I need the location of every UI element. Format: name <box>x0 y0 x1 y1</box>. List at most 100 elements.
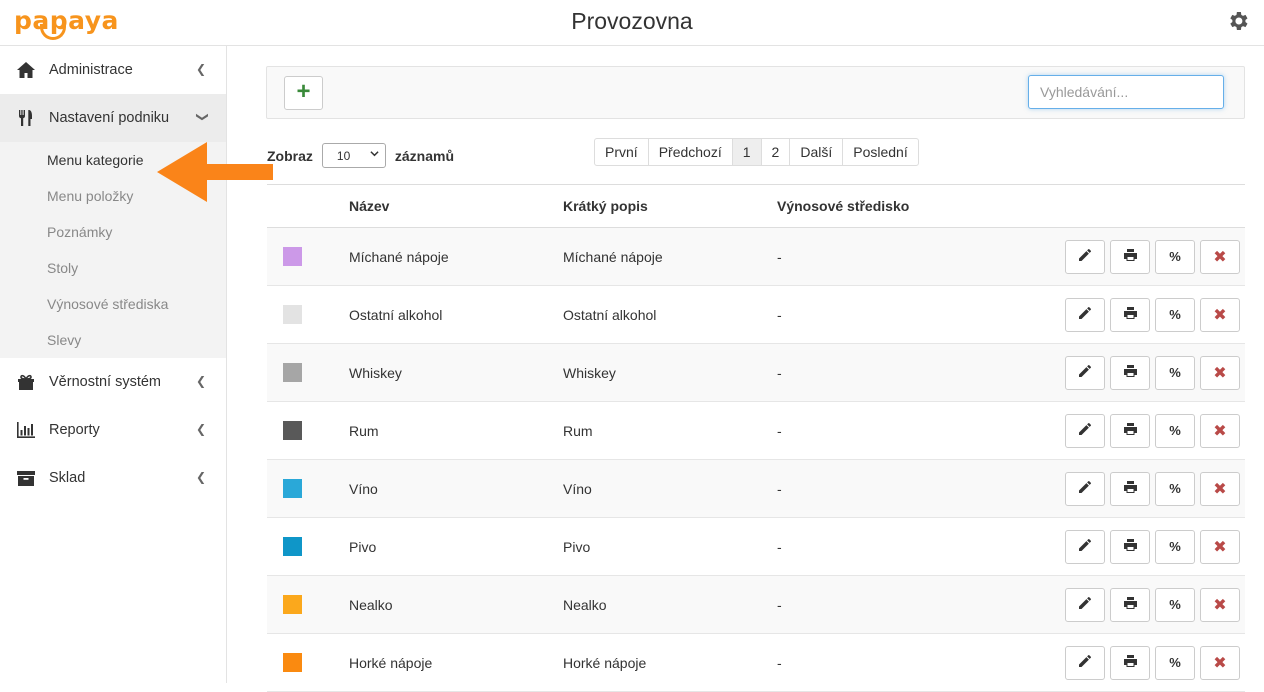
pager-page-2[interactable]: 2 <box>762 139 791 165</box>
column-header-revenue-center[interactable]: Výnosové středisko <box>777 198 1062 214</box>
sidebar-item-label: Reporty <box>49 422 100 438</box>
discount-button[interactable]: % <box>1155 471 1195 506</box>
cell-short-desc: Rum <box>563 422 593 439</box>
column-header-name[interactable]: Název <box>349 198 563 214</box>
table-row: Pivo Pivo -% ✖ <box>267 518 1245 576</box>
table-row: Horké nápoje Horké nápoje -% ✖ <box>267 634 1245 692</box>
edit-button[interactable] <box>1065 297 1105 332</box>
discount-button[interactable]: % <box>1155 645 1195 680</box>
page-length-select[interactable]: 10 <box>321 143 386 168</box>
cell-revenue-center: - <box>777 422 782 439</box>
delete-button[interactable]: ✖ <box>1200 413 1240 448</box>
pointer-arrow-icon <box>157 142 273 202</box>
print-button[interactable] <box>1110 529 1150 564</box>
cell-name: Horké nápoje <box>349 654 433 671</box>
edit-button[interactable] <box>1065 471 1105 506</box>
edit-button[interactable] <box>1065 645 1105 680</box>
length-suffix-label: záznamů <box>394 147 455 164</box>
pencil-icon <box>1078 306 1092 323</box>
printer-icon <box>1123 306 1138 323</box>
cell-name: Rum <box>349 422 379 439</box>
row-actions: % ✖ <box>1062 587 1245 622</box>
pager-page-1[interactable]: 1 <box>732 139 762 165</box>
cell-short-desc: Nealko <box>563 596 607 613</box>
delete-button[interactable]: ✖ <box>1200 297 1240 332</box>
delete-button[interactable]: ✖ <box>1200 239 1240 274</box>
printer-icon <box>1123 248 1138 265</box>
discount-button[interactable]: % <box>1155 297 1195 332</box>
print-button[interactable] <box>1110 413 1150 448</box>
page-title: Provozovna <box>571 8 693 34</box>
edit-button[interactable] <box>1065 529 1105 564</box>
color-swatch <box>283 653 302 672</box>
submenu-item-vynosove-strediska[interactable]: Výnosové střediska <box>0 286 226 322</box>
print-button[interactable] <box>1110 471 1150 506</box>
cell-short-desc: Ostatní alkohol <box>563 306 657 323</box>
row-actions: % ✖ <box>1062 645 1245 680</box>
cell-short-desc: Pivo <box>563 538 591 555</box>
print-button[interactable] <box>1110 645 1150 680</box>
discount-button[interactable]: % <box>1155 355 1195 390</box>
print-button[interactable] <box>1110 297 1150 332</box>
delete-button[interactable]: ✖ <box>1200 645 1240 680</box>
color-swatch <box>283 595 302 614</box>
column-header-short-desc[interactable]: Krátký popis <box>563 198 777 214</box>
discount-button[interactable]: % <box>1155 413 1195 448</box>
submenu-item-poznamky[interactable]: Poznámky <box>0 214 226 250</box>
pager-first[interactable]: První <box>595 139 649 165</box>
print-button[interactable] <box>1110 587 1150 622</box>
row-actions: % ✖ <box>1062 529 1245 564</box>
row-actions: % ✖ <box>1062 239 1245 274</box>
gear-icon[interactable] <box>1226 9 1250 33</box>
color-swatch <box>283 421 302 440</box>
printer-icon <box>1123 480 1138 497</box>
table-header: Název Krátký popis Výnosové středisko <box>267 184 1245 228</box>
submenu-item-stoly[interactable]: Stoly <box>0 250 226 286</box>
cell-short-desc: Víno <box>563 480 592 497</box>
discount-button[interactable]: % <box>1155 587 1195 622</box>
row-actions: % ✖ <box>1062 471 1245 506</box>
edit-button[interactable] <box>1065 587 1105 622</box>
delete-button[interactable]: ✖ <box>1200 529 1240 564</box>
delete-button[interactable]: ✖ <box>1200 587 1240 622</box>
color-swatch <box>283 479 302 498</box>
printer-icon <box>1123 538 1138 555</box>
cell-revenue-center: - <box>777 654 782 671</box>
add-button[interactable]: + <box>284 76 323 110</box>
sidebar-item-sklad[interactable]: Sklad ❮ <box>0 454 226 502</box>
cell-revenue-center: - <box>777 596 782 613</box>
submenu-item-slevy[interactable]: Slevy <box>0 322 226 358</box>
color-swatch <box>283 247 302 266</box>
sidebar-item-vernostni-system[interactable]: Věrnostní systém ❮ <box>0 358 226 406</box>
sidebar-item-label: Sklad <box>49 470 86 486</box>
edit-button[interactable] <box>1065 413 1105 448</box>
pager-last[interactable]: Poslední <box>843 139 917 165</box>
edit-button[interactable] <box>1065 355 1105 390</box>
row-actions: % ✖ <box>1062 413 1245 448</box>
home-icon <box>17 62 35 78</box>
search-input[interactable] <box>1028 75 1224 109</box>
sidebar-item-administrace[interactable]: Administrace ❮ <box>0 46 226 94</box>
cell-short-desc: Horké nápoje <box>563 654 647 671</box>
table-row: Víno Víno -% ✖ <box>267 460 1245 518</box>
chevron-left-icon: ❮ <box>195 422 206 436</box>
discount-button[interactable]: % <box>1155 239 1195 274</box>
pager-previous[interactable]: Předchozí <box>649 139 733 165</box>
cell-name: Míchané nápoje <box>349 248 449 265</box>
cell-name: Nealko <box>349 596 393 613</box>
sidebar-item-reporty[interactable]: Reporty ❮ <box>0 406 226 454</box>
pager-next[interactable]: Další <box>790 139 844 165</box>
print-button[interactable] <box>1110 239 1150 274</box>
archive-icon <box>17 471 35 486</box>
sidebar-item-nastaveni-podniku[interactable]: Nastavení podniku ❮ <box>0 94 226 142</box>
color-swatch <box>283 305 302 324</box>
delete-button[interactable]: ✖ <box>1200 355 1240 390</box>
delete-button[interactable]: ✖ <box>1200 471 1240 506</box>
row-actions: % ✖ <box>1062 297 1245 332</box>
table-row: Whiskey Whiskey -% ✖ <box>267 344 1245 402</box>
edit-button[interactable] <box>1065 239 1105 274</box>
categories-table: Název Krátký popis Výnosové středisko Mí… <box>267 184 1245 692</box>
print-button[interactable] <box>1110 355 1150 390</box>
discount-button[interactable]: % <box>1155 529 1195 564</box>
cell-name: Whiskey <box>349 364 402 381</box>
